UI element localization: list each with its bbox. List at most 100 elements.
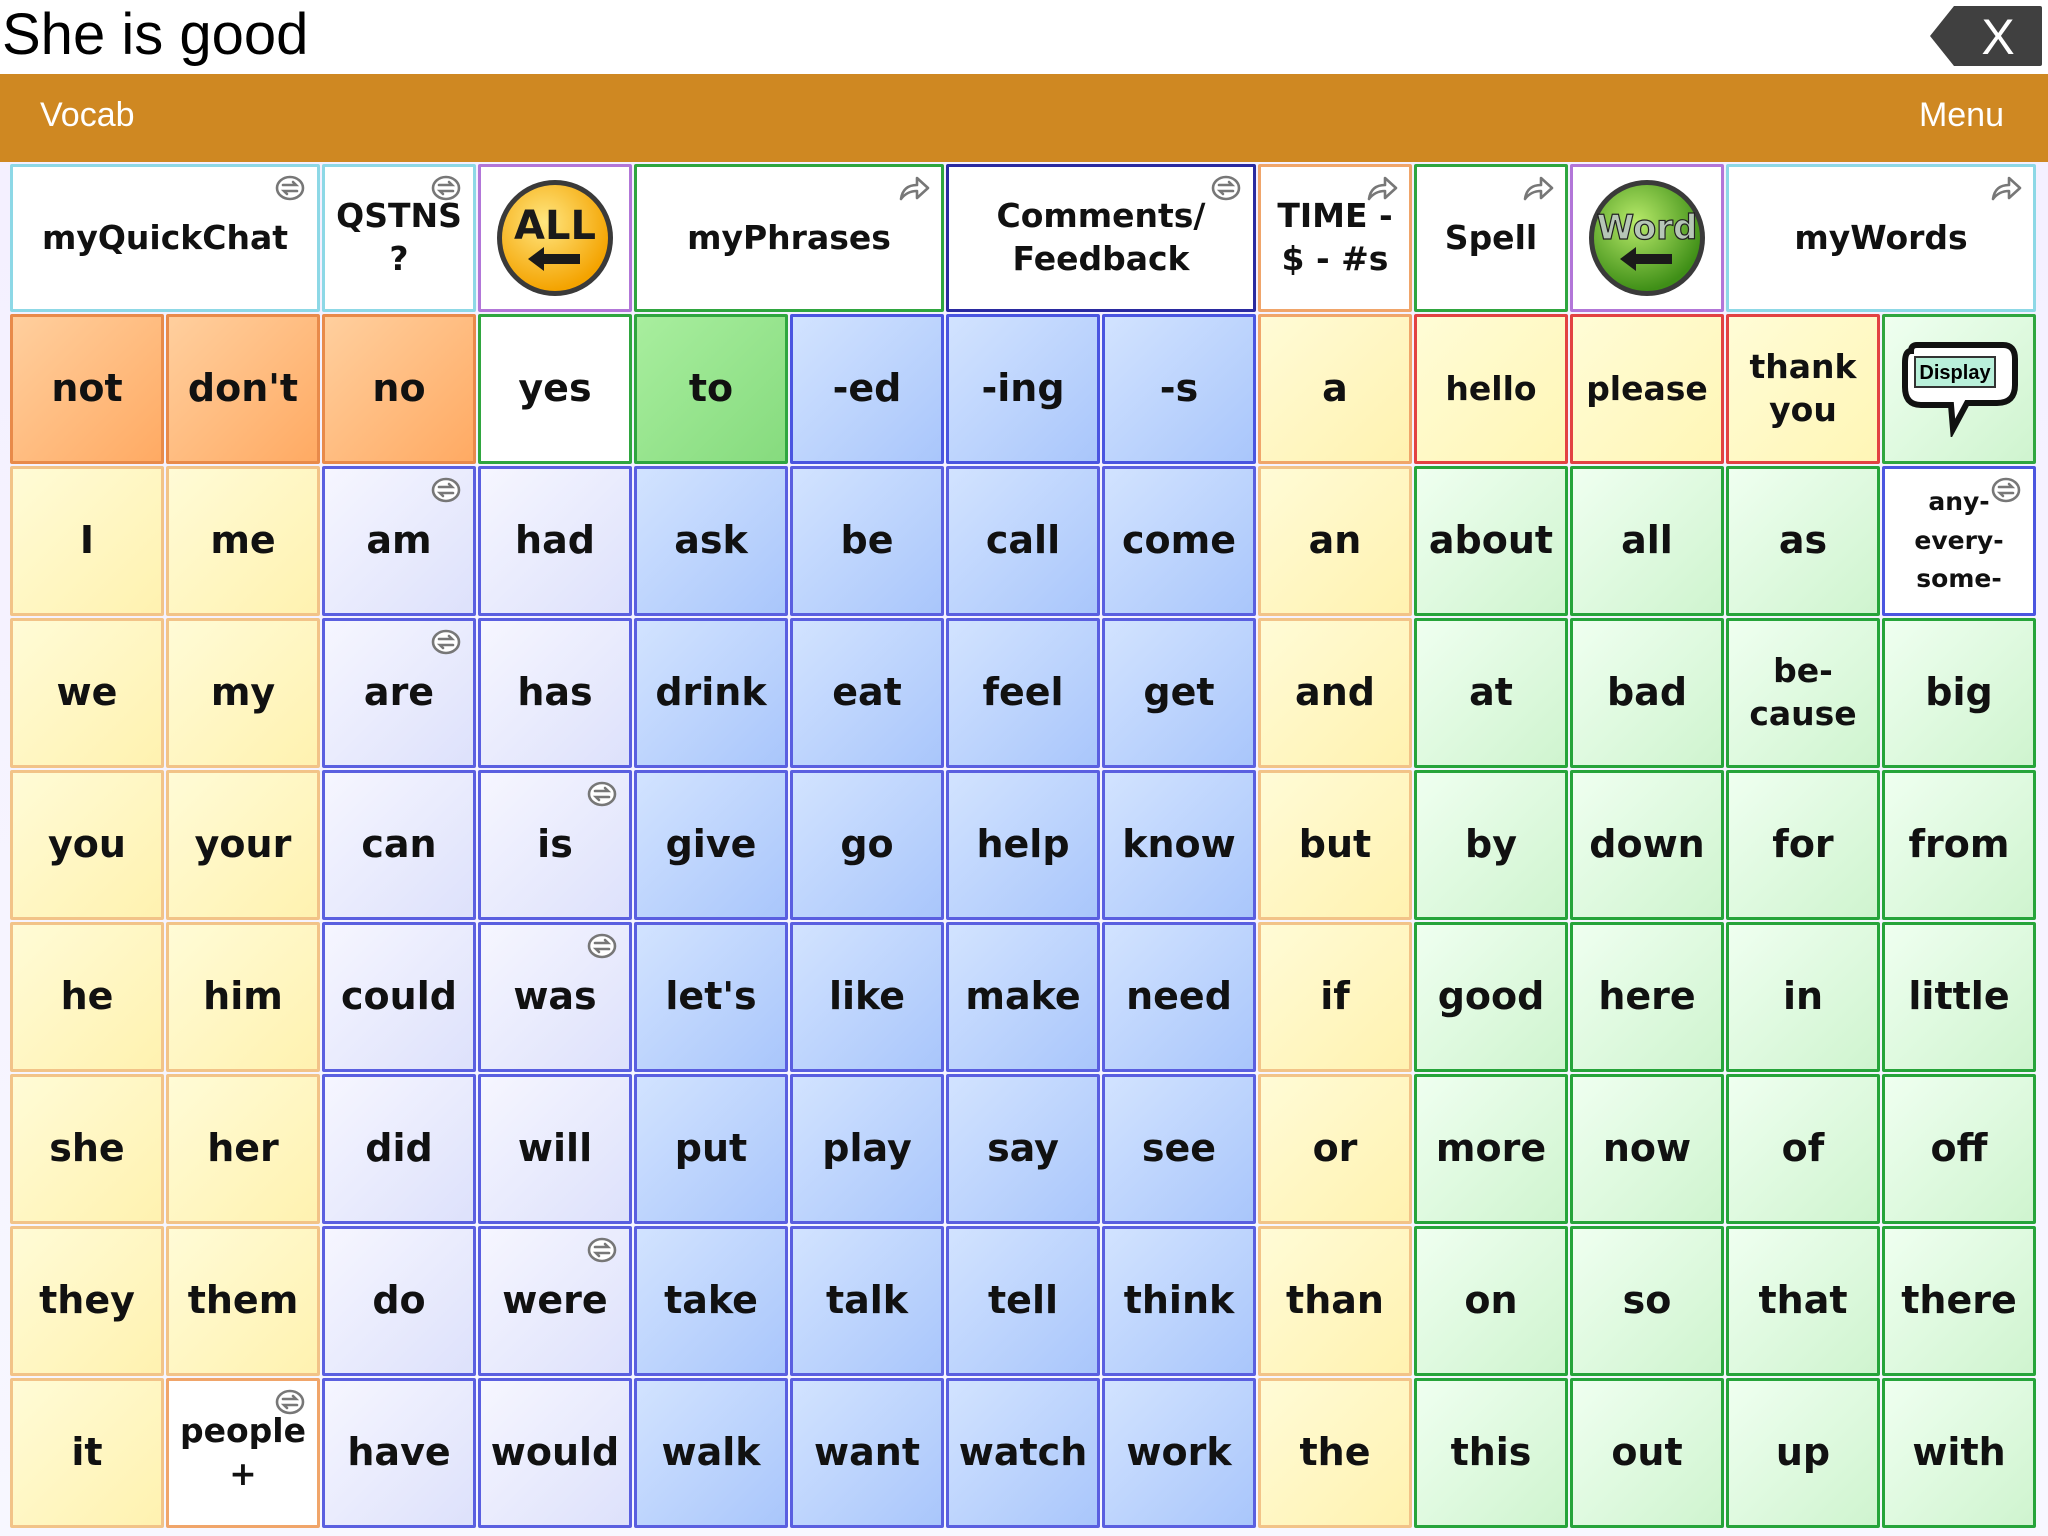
word-button-if[interactable]: if <box>1258 922 1412 1072</box>
word-button-about[interactable]: about <box>1414 466 1568 616</box>
word-button-good[interactable]: good <box>1414 922 1568 1072</box>
word-button-watch[interactable]: watch <box>946 1378 1100 1528</box>
word-button-ask[interactable]: ask <box>634 466 788 616</box>
word-button-no[interactable]: no <box>322 314 476 464</box>
word-button-out[interactable]: out <box>1570 1378 1724 1528</box>
word-button-this[interactable]: this <box>1414 1378 1568 1528</box>
word-button-was[interactable]: was <box>478 922 632 1072</box>
word-button-play[interactable]: play <box>790 1074 944 1224</box>
word-button-they[interactable]: they <box>10 1226 164 1376</box>
mywords-button[interactable]: myWords <box>1726 164 2036 312</box>
word-button-are[interactable]: are <box>322 618 476 768</box>
word-button-work[interactable]: work <box>1102 1378 1256 1528</box>
word-button-and[interactable]: and <box>1258 618 1412 768</box>
word-button-that[interactable]: that <box>1726 1226 1880 1376</box>
word-button-walk[interactable]: walk <box>634 1378 788 1528</box>
word-button-them[interactable]: them <box>166 1226 320 1376</box>
word-button-now[interactable]: now <box>1570 1074 1724 1224</box>
spell-button[interactable]: Spell <box>1414 164 1568 312</box>
word-button-do[interactable]: do <box>322 1226 476 1376</box>
word-button-be[interactable]: be <box>790 466 944 616</box>
word-button[interactable]: Word <box>1570 164 1724 312</box>
word-button-has[interactable]: has <box>478 618 632 768</box>
qstns-button[interactable]: QSTNS ? <box>322 164 476 312</box>
word-button-more[interactable]: more <box>1414 1074 1568 1224</box>
word-button-people-+[interactable]: people + <box>166 1378 320 1528</box>
word-button-not[interactable]: not <box>10 314 164 464</box>
word-button-have[interactable]: have <box>322 1378 476 1528</box>
word-button-make[interactable]: make <box>946 922 1100 1072</box>
word-button-with[interactable]: with <box>1882 1378 2036 1528</box>
word-button-to[interactable]: to <box>634 314 788 464</box>
word-button-thank-you[interactable]: thank you <box>1726 314 1880 464</box>
word-button-by[interactable]: by <box>1414 770 1568 920</box>
word-button-tell[interactable]: tell <box>946 1226 1100 1376</box>
word-button-me[interactable]: me <box>166 466 320 616</box>
word-button-at[interactable]: at <box>1414 618 1568 768</box>
word-button-think[interactable]: think <box>1102 1226 1256 1376</box>
word-button-dont[interactable]: don't <box>166 314 320 464</box>
word-button-feel[interactable]: feel <box>946 618 1100 768</box>
word-button-please[interactable]: please <box>1570 314 1724 464</box>
message-bar[interactable]: She is good X <box>0 0 2048 74</box>
word-button-the[interactable]: the <box>1258 1378 1412 1528</box>
clear-message-button[interactable]: X <box>1928 4 2044 68</box>
word-button-will[interactable]: will <box>478 1074 632 1224</box>
word-button-drink[interactable]: drink <box>634 618 788 768</box>
word-button-off[interactable]: off <box>1882 1074 2036 1224</box>
word-button-down[interactable]: down <box>1570 770 1724 920</box>
word-button-your[interactable]: your <box>166 770 320 920</box>
word-button-s[interactable]: -s <box>1102 314 1256 464</box>
word-button-come[interactable]: come <box>1102 466 1256 616</box>
word-button-were[interactable]: were <box>478 1226 632 1376</box>
word-button-call[interactable]: call <box>946 466 1100 616</box>
word-button-would[interactable]: would <box>478 1378 632 1528</box>
word-button-all[interactable]: all <box>1570 466 1724 616</box>
word-button-on[interactable]: on <box>1414 1226 1568 1376</box>
word-button-am[interactable]: am <box>322 466 476 616</box>
word-button-yes[interactable]: yes <box>478 314 632 464</box>
word-button-he[interactable]: he <box>10 922 164 1072</box>
word-button-is[interactable]: is <box>478 770 632 920</box>
display-button[interactable]: Display <box>1882 314 2036 464</box>
word-button-see[interactable]: see <box>1102 1074 1256 1224</box>
word-button-any-every-some[interactable]: any- every- some- <box>1882 466 2036 616</box>
word-button-eat[interactable]: eat <box>790 618 944 768</box>
word-button-she[interactable]: she <box>10 1074 164 1224</box>
word-button-ing[interactable]: -ing <box>946 314 1100 464</box>
myphrases-button[interactable]: myPhrases <box>634 164 944 312</box>
word-button-him[interactable]: him <box>166 922 320 1072</box>
word-button-her[interactable]: her <box>166 1074 320 1224</box>
word-button-or[interactable]: or <box>1258 1074 1412 1224</box>
word-button-my[interactable]: my <box>166 618 320 768</box>
word-button-had[interactable]: had <box>478 466 632 616</box>
word-button-bad[interactable]: bad <box>1570 618 1724 768</box>
word-button-a[interactable]: a <box>1258 314 1412 464</box>
word-button-ed[interactable]: -ed <box>790 314 944 464</box>
word-button-than[interactable]: than <box>1258 1226 1412 1376</box>
word-button-big[interactable]: big <box>1882 618 2036 768</box>
word-button-talk[interactable]: talk <box>790 1226 944 1376</box>
vocab-button[interactable]: Vocab <box>40 96 135 135</box>
word-button-for[interactable]: for <box>1726 770 1880 920</box>
word-button-give[interactable]: give <box>634 770 788 920</box>
word-button-go[interactable]: go <box>790 770 944 920</box>
word-button-but[interactable]: but <box>1258 770 1412 920</box>
word-button-lets[interactable]: let's <box>634 922 788 1072</box>
word-button-put[interactable]: put <box>634 1074 788 1224</box>
word-button-hello[interactable]: hello <box>1414 314 1568 464</box>
word-button-you[interactable]: you <box>10 770 164 920</box>
word-button-take[interactable]: take <box>634 1226 788 1376</box>
word-button-like[interactable]: like <box>790 922 944 1072</box>
word-button-an[interactable]: an <box>1258 466 1412 616</box>
comments-feedback-button[interactable]: Comments/ Feedback <box>946 164 1256 312</box>
word-button-need[interactable]: need <box>1102 922 1256 1072</box>
word-button-can[interactable]: can <box>322 770 476 920</box>
word-button-we[interactable]: we <box>10 618 164 768</box>
word-button-up[interactable]: up <box>1726 1378 1880 1528</box>
word-button-in[interactable]: in <box>1726 922 1880 1072</box>
word-button-be-cause[interactable]: be- cause <box>1726 618 1880 768</box>
word-button-from[interactable]: from <box>1882 770 2036 920</box>
word-button-as[interactable]: as <box>1726 466 1880 616</box>
word-button-get[interactable]: get <box>1102 618 1256 768</box>
